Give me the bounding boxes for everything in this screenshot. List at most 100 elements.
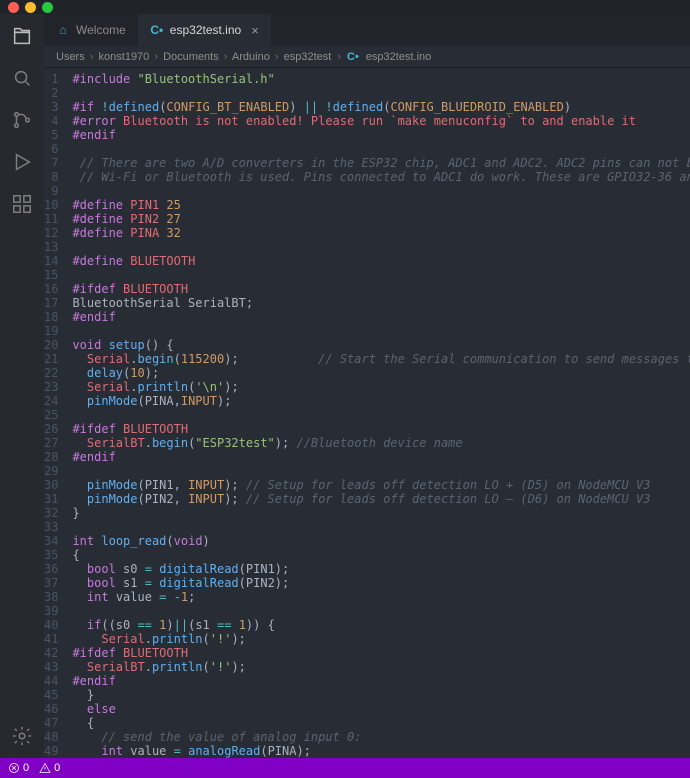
- line-content: #include "BluetoothSerial.h": [72, 72, 690, 86]
- code-line: 25: [44, 408, 690, 422]
- editor-tab[interactable]: ⌂ Welcome: [44, 14, 138, 46]
- editor-column: ⌂ Welcome C•esp32test.ino× Users › konst19…: [44, 14, 690, 758]
- main-container: ⌂ Welcome C•esp32test.ino× Users › konst19…: [0, 14, 690, 758]
- code-line: 38 int value = -1;: [44, 590, 690, 604]
- line-content: pinMode(PINA,INPUT);: [72, 394, 690, 408]
- line-content: [72, 464, 690, 478]
- code-line: 17BluetoothSerial SerialBT;: [44, 296, 690, 310]
- breadcrumb-segment[interactable]: konst1970: [99, 51, 150, 63]
- code-line: 8 // Wi-Fi or Bluetooth is used. Pins co…: [44, 170, 690, 184]
- breadcrumb-segment[interactable]: Arduino: [232, 51, 270, 63]
- tab-close-icon[interactable]: ×: [251, 23, 259, 38]
- code-line: 12#define PINA 32: [44, 226, 690, 240]
- search-icon[interactable]: [10, 66, 34, 90]
- run-debug-icon[interactable]: [10, 150, 34, 174]
- tab-label: Welcome: [76, 23, 126, 37]
- line-number: 7: [44, 156, 72, 170]
- code-line: 5#endif: [44, 128, 690, 142]
- code-line: 9: [44, 184, 690, 198]
- code-line: 49 int value = analogRead(PINA);: [44, 744, 690, 758]
- line-content: SerialBT.println('!');: [72, 660, 690, 674]
- line-number: 8: [44, 170, 72, 184]
- line-number: 1: [44, 72, 72, 86]
- code-line: 47 {: [44, 716, 690, 730]
- line-number: 39: [44, 604, 72, 618]
- line-number: 46: [44, 702, 72, 716]
- line-number: 20: [44, 338, 72, 352]
- line-content: int value = -1;: [72, 590, 690, 604]
- line-content: #ifdef BLUETOOTH: [72, 282, 690, 296]
- status-warnings[interactable]: 0: [39, 762, 60, 774]
- code-line: 18#endif: [44, 310, 690, 324]
- code-line: 42#ifdef BLUETOOTH: [44, 646, 690, 660]
- code-line: 24 pinMode(PINA,INPUT);: [44, 394, 690, 408]
- line-number: 26: [44, 422, 72, 436]
- window-close-button[interactable]: [8, 2, 19, 13]
- code-line: 35{: [44, 548, 690, 562]
- line-number: 45: [44, 688, 72, 702]
- line-number: 11: [44, 212, 72, 226]
- editor-tabs: ⌂ Welcome C•esp32test.ino×: [44, 14, 690, 46]
- line-content: #define PINA 32: [72, 226, 690, 240]
- code-line: 34int loop_read(void): [44, 534, 690, 548]
- line-number: 49: [44, 744, 72, 758]
- breadcrumb-segment[interactable]: Documents: [163, 51, 219, 63]
- breadcrumb-segment[interactable]: esp32test: [284, 51, 332, 63]
- line-number: 22: [44, 366, 72, 380]
- line-content: int loop_read(void): [72, 534, 690, 548]
- activity-bar: [0, 14, 44, 758]
- code-line: 44#endif: [44, 674, 690, 688]
- code-line: 23 Serial.println('\n');: [44, 380, 690, 394]
- line-content: Serial.println('!');: [72, 632, 690, 646]
- editor-tab[interactable]: C•esp32test.ino×: [138, 14, 271, 46]
- line-number: 31: [44, 492, 72, 506]
- line-content: SerialBT.begin("ESP32test"); //Bluetooth…: [72, 436, 690, 450]
- code-editor[interactable]: 1#include "BluetoothSerial.h"2 3#if !def…: [44, 68, 690, 758]
- line-content: #ifdef BLUETOOTH: [72, 646, 690, 660]
- explorer-icon[interactable]: [10, 24, 34, 48]
- status-error-count: 0: [23, 762, 29, 774]
- line-content: [72, 520, 690, 534]
- code-line: 45 }: [44, 688, 690, 702]
- line-number: 41: [44, 632, 72, 646]
- code-line: 36 bool s0 = digitalRead(PIN1);: [44, 562, 690, 576]
- code-line: 14#define BLUETOOTH: [44, 254, 690, 268]
- line-content: {: [72, 548, 690, 562]
- source-control-icon[interactable]: [10, 108, 34, 132]
- line-number: 4: [44, 114, 72, 128]
- line-content: // Wi-Fi or Bluetooth is used. Pins conn…: [72, 170, 690, 184]
- code-line: 13: [44, 240, 690, 254]
- code-line: 10#define PIN1 25: [44, 198, 690, 212]
- code-line: 32}: [44, 506, 690, 520]
- line-number: 9: [44, 184, 72, 198]
- line-number: 29: [44, 464, 72, 478]
- extensions-icon[interactable]: [10, 192, 34, 216]
- line-content: pinMode(PIN2, INPUT); // Setup for leads…: [72, 492, 690, 506]
- line-content: }: [72, 688, 690, 702]
- file-icon: ⌂: [56, 23, 70, 37]
- settings-gear-icon[interactable]: [10, 724, 34, 748]
- status-errors[interactable]: 0: [8, 762, 29, 774]
- code-line: 2: [44, 86, 690, 100]
- status-bar: 0 0: [0, 758, 690, 778]
- line-number: 38: [44, 590, 72, 604]
- line-number: 25: [44, 408, 72, 422]
- line-content: }: [72, 506, 690, 520]
- line-number: 35: [44, 548, 72, 562]
- line-content: pinMode(PIN1, INPUT); // Setup for leads…: [72, 478, 690, 492]
- window-zoom-button[interactable]: [42, 2, 53, 13]
- window-minimize-button[interactable]: [25, 2, 36, 13]
- code-line: 31 pinMode(PIN2, INPUT); // Setup for le…: [44, 492, 690, 506]
- line-content: int value = analogRead(PINA);: [72, 744, 690, 758]
- code-line: 46 else: [44, 702, 690, 716]
- line-content: #endif: [72, 310, 690, 324]
- breadcrumb[interactable]: Users › konst1970 › Documents › Arduino …: [44, 46, 690, 68]
- line-number: 14: [44, 254, 72, 268]
- line-content: [72, 184, 690, 198]
- code-line: 15: [44, 268, 690, 282]
- code-line: 7 // There are two A/D converters in the…: [44, 156, 690, 170]
- line-content: [72, 408, 690, 422]
- breadcrumb-segment[interactable]: Users: [56, 51, 85, 63]
- line-content: #if !defined(CONFIG_BT_ENABLED) || !defi…: [72, 100, 690, 114]
- line-number: 47: [44, 716, 72, 730]
